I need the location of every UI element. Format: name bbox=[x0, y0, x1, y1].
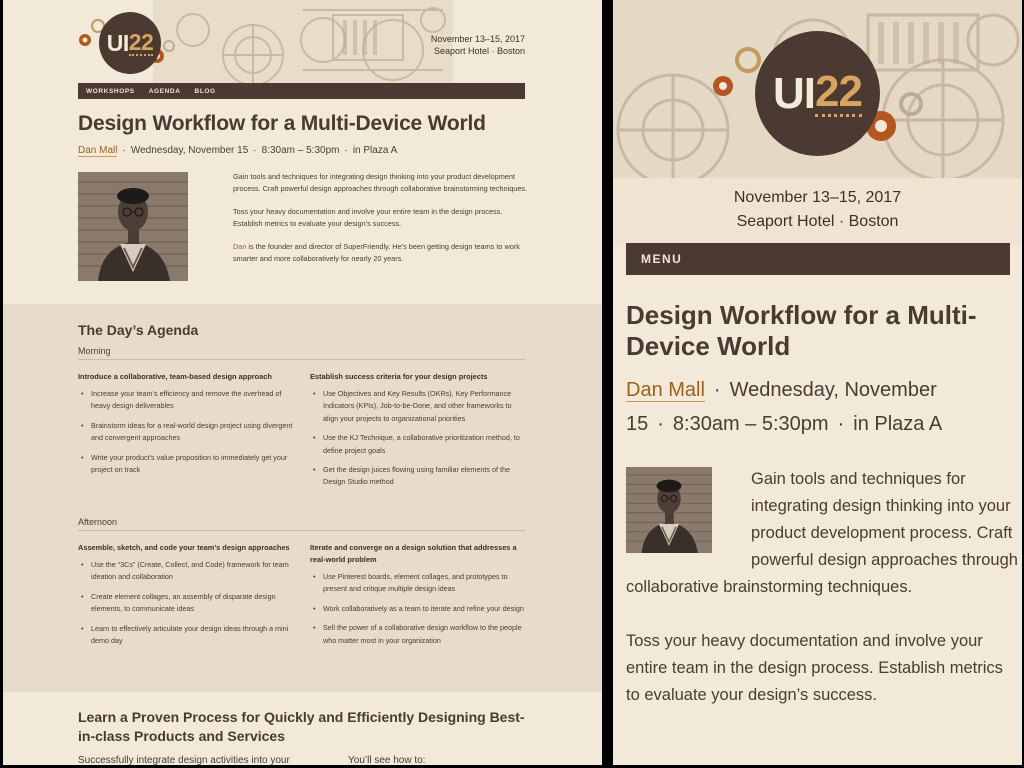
learn-heading: Learn a Proven Process for Quickly and E… bbox=[78, 709, 525, 744]
workshop-time: 8:30am – 5:30pm bbox=[672, 413, 829, 435]
list-item: Brainstorm ideas for a real-world design… bbox=[78, 420, 293, 445]
list-item: Use the “3Cs” (Create, Collect, and Code… bbox=[78, 559, 293, 584]
page-title: Design Workflow for a Multi-Device World bbox=[78, 112, 486, 135]
list-item: Learn to effectively articulate your des… bbox=[78, 623, 293, 648]
gear-icon bbox=[79, 34, 91, 46]
speaker-photo bbox=[78, 172, 188, 281]
mobile-header: UI 22 November 13–15, 2017 Seaport Hotel … bbox=[613, 0, 1022, 245]
intro-paragraph-1: Gain tools and techniques for integratin… bbox=[233, 172, 528, 194]
event-date: November 13–15, 2017 bbox=[733, 189, 902, 206]
event-venue: Seaport Hotel · Boston bbox=[433, 46, 525, 56]
list-item: Work collaboratively as a team to iterat… bbox=[310, 603, 525, 616]
list-item: Write your product’s value proposition t… bbox=[78, 452, 293, 477]
event-venue: Seaport Hotel · Boston bbox=[736, 213, 899, 230]
afternoon-label: Afternoon bbox=[78, 517, 525, 531]
menu-button[interactable]: MENU bbox=[626, 243, 1010, 275]
workshop-description: Gain tools and techniques for integratin… bbox=[233, 171, 529, 275]
event-date-venue: November 13–15, 2017 Seaport Hotel · Bos… bbox=[613, 186, 1022, 234]
desktop-view: UI 22 November 13–15, 2017 Seaport Hotel … bbox=[3, 0, 602, 765]
speaker-link[interactable]: Dan Mall bbox=[78, 145, 118, 157]
nav-workshops[interactable]: WORKSHOPS bbox=[86, 88, 135, 95]
speaker-bio: Dan is the founder and director of Super… bbox=[233, 241, 520, 264]
list-item: Use the KJ Technique, a collaborative pr… bbox=[310, 432, 525, 457]
page-title: Design Workflow for a Multi-Device World bbox=[626, 300, 977, 361]
agenda-block: Iterate and converge on a design solutio… bbox=[310, 542, 525, 654]
list-item: Sell the power of a collaborative design… bbox=[310, 622, 525, 647]
list-item: Use Pinterest boards, element collages, … bbox=[310, 571, 525, 596]
workshop-location: in Plaza A bbox=[352, 145, 398, 156]
agenda-block: Introduce a collaborative, team-based de… bbox=[78, 371, 293, 483]
learn-subtext: Successfully integrate design activities… bbox=[78, 755, 426, 765]
list-item: Use Objectives and Key Results (OKRs), K… bbox=[310, 388, 525, 425]
gear-icon bbox=[713, 76, 733, 96]
site-header: UI 22 November 13–15, 2017 Seaport Hotel … bbox=[3, 0, 602, 84]
list-item: Increase your team’s efficiency and remo… bbox=[78, 388, 293, 413]
workshop-meta: Dan Mall · Wednesday, November 15 · 8:30am –… bbox=[78, 145, 398, 157]
workshop-location: in Plaza A bbox=[853, 413, 943, 435]
agenda-block-heading: Assemble, sketch, and code your team’s d… bbox=[78, 543, 290, 552]
morning-label: Morning bbox=[78, 346, 525, 360]
agenda-block: Establish success criteria for your desi… bbox=[310, 371, 525, 496]
event-date-venue: November 13–15, 2017 Seaport Hotel · Bos… bbox=[431, 33, 525, 57]
agenda-section: The Day’s Agenda Morning Introduce a col… bbox=[3, 304, 602, 692]
speaker-bio-link[interactable]: Dan bbox=[233, 242, 246, 251]
ui22-logo[interactable]: UI 22 bbox=[99, 12, 161, 74]
list-item: Create element collages, an assembly of … bbox=[78, 591, 293, 616]
agenda-title: The Day’s Agenda bbox=[78, 322, 199, 338]
mobile-view: UI 22 November 13–15, 2017 Seaport Hotel … bbox=[613, 0, 1022, 765]
workshop-description: Gain tools and techniques for integratin… bbox=[626, 466, 1018, 736]
workshop-meta: Dan Mall · Wednesday, November 15 · 8:30am –… bbox=[626, 379, 943, 435]
workshop-date: Wednesday, November 15 bbox=[130, 145, 249, 156]
list-item: Get the design juices flowing using fami… bbox=[310, 464, 525, 489]
agenda-block: Assemble, sketch, and code your team’s d… bbox=[78, 542, 293, 654]
ui22-logo[interactable]: UI 22 bbox=[755, 31, 880, 156]
nav-blog[interactable]: BLOG bbox=[195, 88, 216, 95]
main-nav: WORKSHOPS AGENDA BLOG bbox=[78, 83, 525, 99]
agenda-block-heading: Introduce a collaborative, team-based de… bbox=[78, 372, 272, 381]
intro-paragraph-2: Toss your heavy documentation and involv… bbox=[233, 206, 503, 229]
agenda-block-heading: Iterate and converge on a design solutio… bbox=[310, 543, 517, 564]
intro-paragraph-2: Toss your heavy documentation and involv… bbox=[626, 632, 1003, 704]
nav-agenda[interactable]: AGENDA bbox=[149, 88, 181, 95]
menu-label: MENU bbox=[641, 252, 683, 266]
agenda-block-heading: Establish success criteria for your desi… bbox=[310, 372, 488, 381]
event-date: November 13–15, 2017 bbox=[430, 34, 525, 44]
speaker-link[interactable]: Dan Mall bbox=[626, 379, 705, 402]
workshop-time: 8:30am – 5:30pm bbox=[261, 145, 340, 156]
